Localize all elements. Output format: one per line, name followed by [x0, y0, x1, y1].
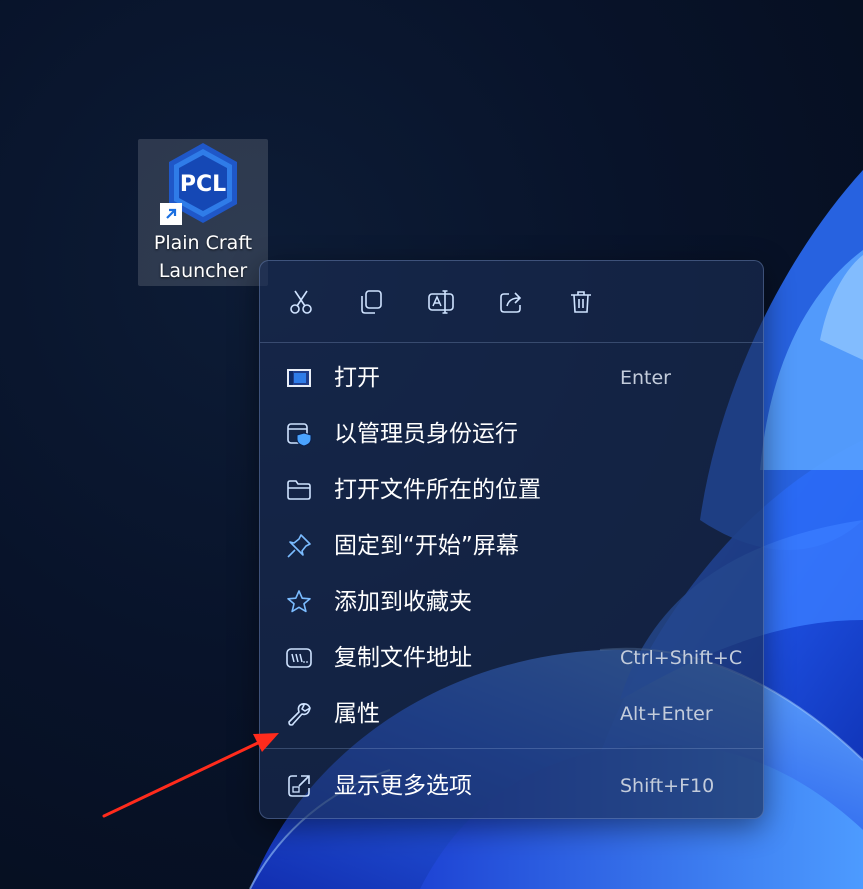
context-menu: 打开 Enter 以管理员身份运行 打开文件所在的位置 固定到“开始”屏幕 添加… [259, 260, 764, 819]
menu-item-shortcut: Ctrl+Shift+C [620, 647, 743, 669]
star-icon [286, 589, 312, 615]
menu-item-open-file-location[interactable]: 打开文件所在的位置 [268, 465, 757, 515]
menu-item-label: 打开 [334, 365, 380, 391]
cut-button[interactable] [282, 283, 320, 321]
shortcut-label: Plain Craft Launcher [138, 229, 268, 285]
cut-icon [290, 290, 312, 314]
rename-icon [428, 290, 454, 314]
desktop-shortcut-pcl[interactable]: PCL Plain Craft Launcher [138, 139, 268, 286]
copy-path-icon [286, 645, 312, 671]
shortcut-label-line1: Plain Craft [153, 232, 253, 254]
menu-item-add-to-favorites[interactable]: 添加到收藏夹 [268, 577, 757, 627]
more-options-icon [286, 773, 312, 799]
rename-button[interactable] [422, 283, 460, 321]
pin-icon [286, 533, 312, 559]
shortcut-label-line2: Launcher [158, 260, 248, 282]
share-icon [500, 292, 522, 313]
menu-item-show-more-options[interactable]: 显示更多选项 Shift+F10 [268, 761, 757, 811]
menu-item-label: 打开文件所在的位置 [334, 477, 541, 503]
delete-button[interactable] [562, 283, 600, 321]
shortcut-arrow-icon [160, 203, 182, 225]
folder-icon [286, 477, 312, 503]
menu-item-label: 固定到“开始”屏幕 [334, 533, 519, 559]
menu-divider [260, 342, 763, 343]
delete-icon [571, 291, 591, 313]
copy-button[interactable] [352, 283, 390, 321]
pcl-logo-text: PCL [180, 172, 226, 197]
open-app-icon [286, 365, 312, 391]
menu-item-label: 显示更多选项 [334, 773, 472, 799]
menu-item-properties[interactable]: 属性 Alt+Enter [268, 689, 757, 739]
menu-item-label: 属性 [334, 701, 380, 727]
menu-item-label: 添加到收藏夹 [334, 589, 472, 615]
menu-item-shortcut: Alt+Enter [620, 703, 713, 725]
copy-icon [361, 290, 382, 314]
menu-item-shortcut: Enter [620, 367, 671, 389]
shield-run-icon [286, 421, 312, 447]
share-button[interactable] [492, 283, 530, 321]
menu-divider [260, 748, 763, 749]
menu-item-open[interactable]: 打开 Enter [268, 353, 757, 403]
wrench-icon [286, 701, 312, 727]
context-menu-toolbar [260, 261, 763, 343]
menu-item-label: 以管理员身份运行 [334, 421, 518, 447]
menu-item-pin-to-start[interactable]: 固定到“开始”屏幕 [268, 521, 757, 571]
menu-item-shortcut: Shift+F10 [620, 775, 715, 797]
menu-item-run-as-admin[interactable]: 以管理员身份运行 [268, 409, 757, 459]
menu-item-copy-path[interactable]: 复制文件地址 Ctrl+Shift+C [268, 633, 757, 683]
menu-item-label: 复制文件地址 [334, 645, 472, 671]
